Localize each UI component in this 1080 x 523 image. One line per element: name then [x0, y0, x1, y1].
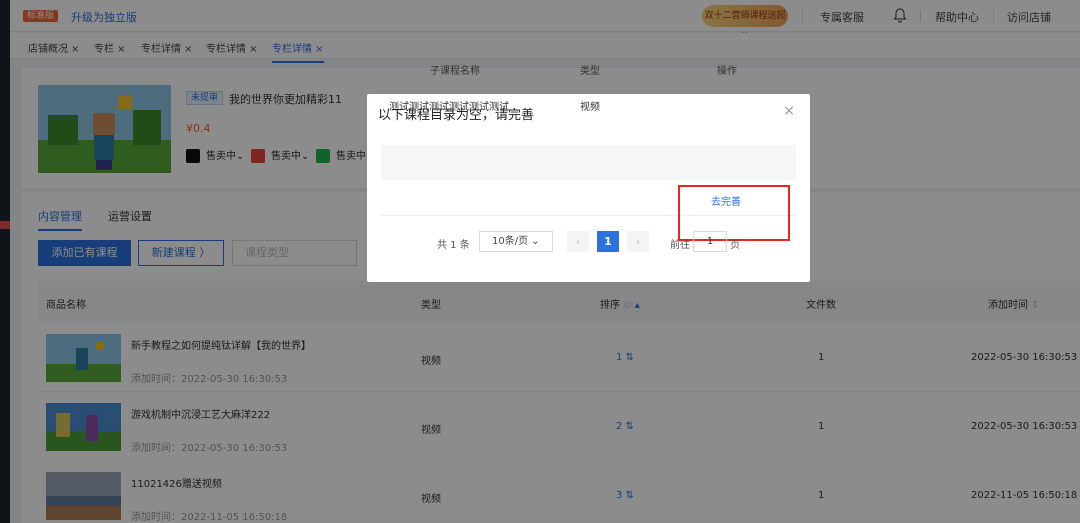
goto-page-input[interactable]: 1 [693, 231, 727, 252]
col-subcourse-type: 类型 [580, 66, 600, 77]
col-subcourse-action: 操作 [717, 66, 737, 77]
current-page-button[interactable]: 1 [597, 231, 619, 252]
dialog-table-header [381, 145, 796, 180]
subcourse-type: 视频 [580, 102, 600, 113]
goto-suffix: 页 [730, 240, 740, 251]
col-subcourse-name: 子课程名称 [430, 66, 480, 77]
prev-page-button[interactable]: ‹ [567, 231, 589, 252]
subcourse-name: 测试测试测试测试测试测试 [389, 102, 509, 113]
next-page-button[interactable]: › [627, 231, 649, 252]
goto-prefix: 前往 [670, 240, 690, 251]
empty-catalog-dialog: 以下课程目录为空，请完善 × [367, 94, 810, 282]
pagination-total: 共 1 条 [437, 240, 470, 251]
close-icon[interactable]: × [783, 103, 795, 119]
complete-course-link[interactable]: 去完善 [711, 193, 741, 208]
page-size-select[interactable]: 10条/页 ⌄ [479, 231, 553, 252]
